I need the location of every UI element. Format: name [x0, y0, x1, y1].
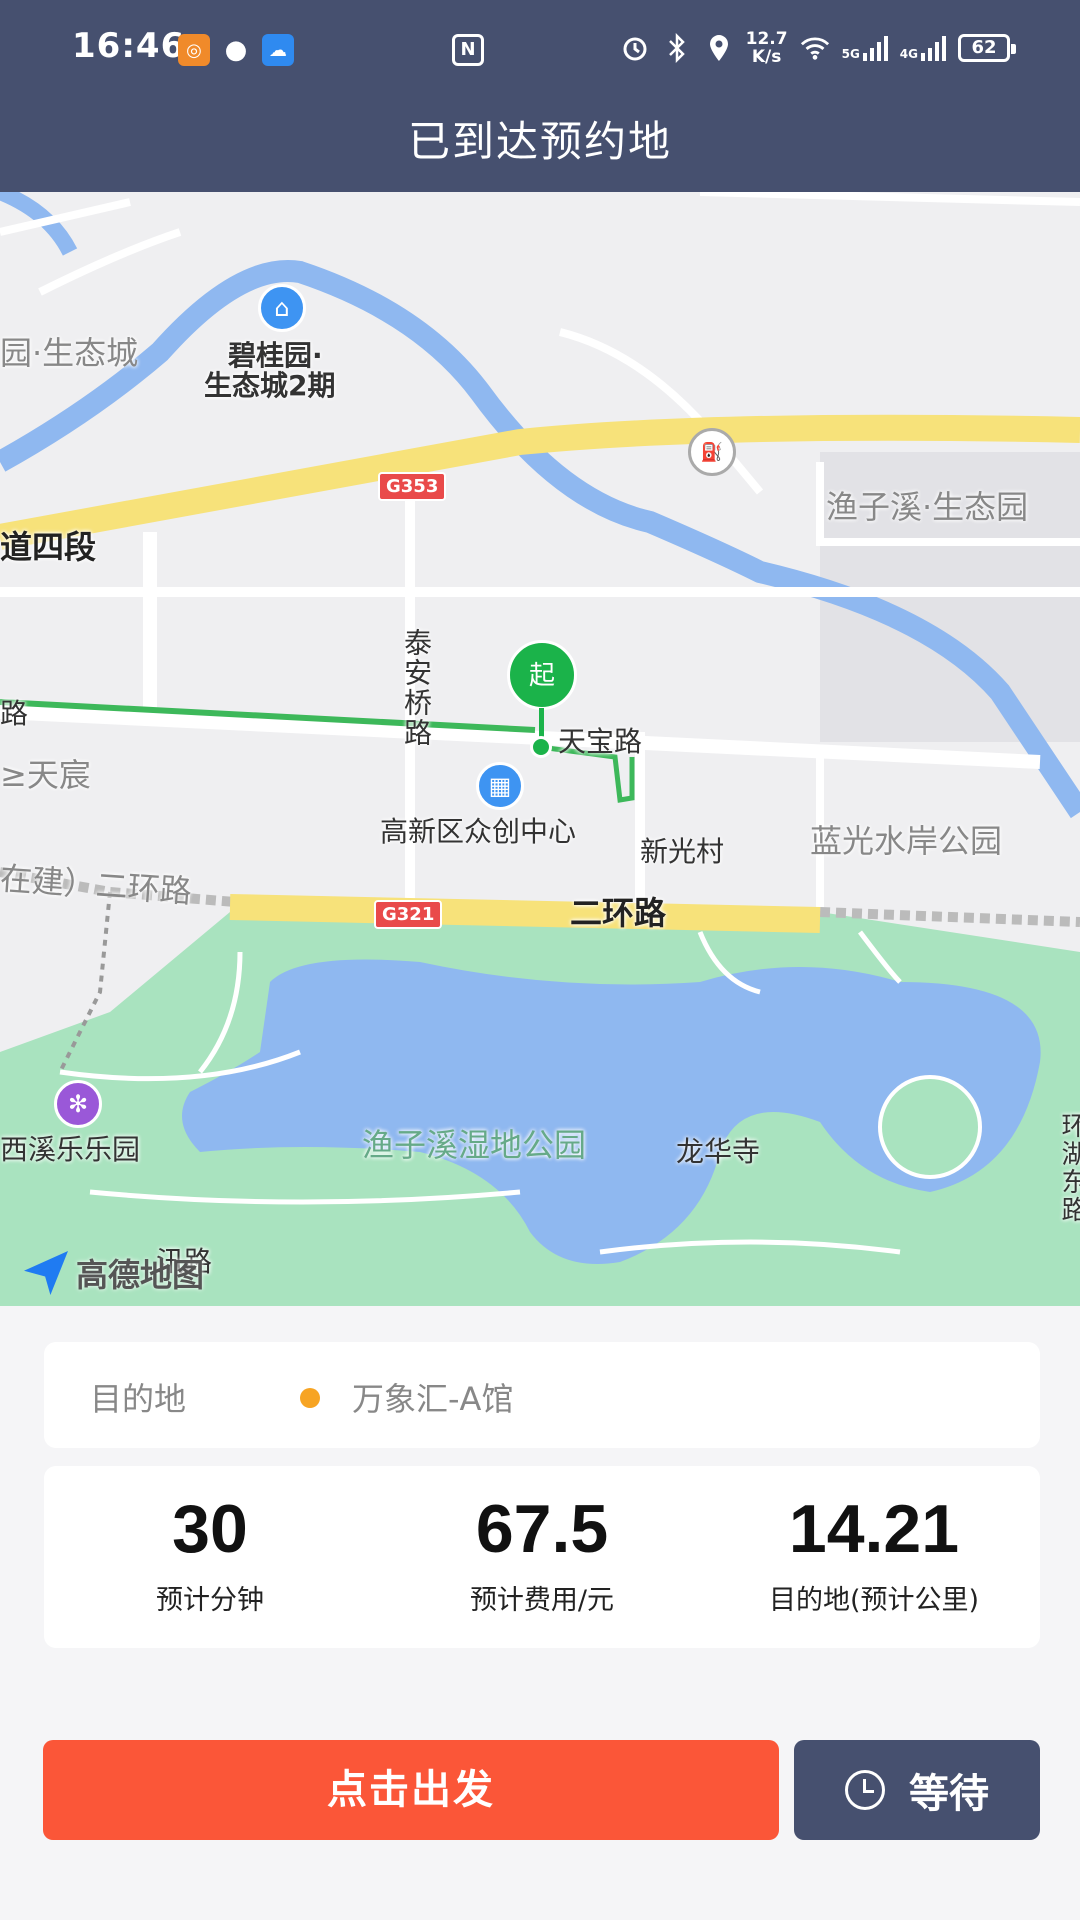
stat-value: 67.5	[475, 1491, 609, 1567]
residence-icon: ⌂	[258, 284, 306, 332]
app-header: 16:46 ◎ ● ☁ N 12.7 K/s 5G 4G 62 已到达预约地	[0, 0, 1080, 192]
wifi-icon	[800, 33, 830, 63]
network-speed: 12.7 K/s	[745, 29, 788, 67]
start-location-dot	[530, 736, 552, 758]
amap-arrow-icon	[24, 1251, 68, 1295]
destination-value: 万象汇-A馆	[352, 1380, 514, 1418]
map-label-eco-left: 园·生态城	[0, 334, 139, 372]
map-label-road-daosiduan: 道四段	[0, 528, 97, 566]
trip-stats-card: 30 预计分钟 67.5 预计费用/元 14.21 目的地(预计公里)	[44, 1466, 1040, 1648]
stat-label: 预计费用/元	[469, 1585, 615, 1616]
signal-5g-icon: 5G	[842, 35, 888, 61]
map-label-taianqiao: 泰安桥路	[400, 628, 433, 748]
map-label-tianchen: ≥天宸	[0, 756, 91, 794]
notification-icons: ◎ ● ☁	[178, 34, 294, 66]
destination-dot-icon	[300, 1388, 320, 1408]
destination-card: 目的地 万象汇-A馆	[44, 1342, 1040, 1448]
map-label-road-left: 路	[0, 697, 29, 730]
wait-button-label: 等待	[909, 1772, 989, 1816]
map-label-yuzixi-eco: 渔子溪·生态园	[826, 488, 1029, 526]
bluetooth-icon	[662, 33, 692, 63]
stat-label: 目的地(预计公里)	[768, 1585, 980, 1616]
map-label-longhua: 龙华寺	[676, 1135, 761, 1168]
location-icon	[704, 33, 734, 63]
map-label-gaoxin: 高新区众创中心	[380, 815, 577, 848]
map-label-erhuan: 二环路	[570, 894, 667, 932]
stat-label: 预计分钟	[156, 1585, 264, 1616]
map-label-wetland: 渔子溪湿地公园	[362, 1126, 587, 1164]
stat-value: 30	[172, 1491, 248, 1567]
wait-button[interactable]: 等待	[794, 1740, 1040, 1840]
gas-station-icon: ⛽	[688, 428, 736, 476]
map-label-tianbao: 天宝路	[558, 725, 643, 758]
status-bar: 16:46 ◎ ● ☁ N 12.7 K/s 5G 4G 62	[0, 0, 1080, 100]
stat-fare: 67.5 预计费用/元	[376, 1466, 708, 1648]
depart-button[interactable]: 点击出发	[43, 1740, 779, 1840]
road-badge-g321: G321	[374, 900, 443, 929]
map-label-bgy-2: 生态城2期	[204, 369, 336, 402]
status-time: 16:46	[72, 26, 186, 66]
map-label-side-right: 环湖东路	[1057, 1112, 1080, 1224]
clock-icon	[845, 1770, 885, 1810]
ferris-wheel-icon: ✻	[54, 1080, 102, 1128]
building-icon: ▦	[476, 762, 524, 810]
chat-bubble-icon: ●	[224, 35, 248, 65]
map-label-xinguang: 新光村	[640, 835, 725, 868]
stat-distance: 14.21 目的地(预计公里)	[708, 1466, 1040, 1648]
battery-icon: 62	[958, 34, 1016, 62]
stat-minutes: 30 预计分钟	[44, 1466, 376, 1648]
map-view[interactable]: G353 G321 ⌂ ⛽ ▦ ✻ 碧桂园· 生态城2期 园·生态城 渔子溪·生…	[0, 192, 1080, 1306]
status-right-icons: 12.7 K/s 5G 4G 62	[620, 29, 1016, 67]
destination-label: 目的地	[90, 1380, 187, 1418]
page-title: 已到达预约地	[407, 117, 672, 166]
stat-value: 14.21	[788, 1491, 960, 1567]
steering-wheel-icon: ◎	[178, 34, 210, 66]
start-pin[interactable]: 起	[507, 640, 577, 710]
road-badge-g353: G353	[378, 472, 447, 501]
map-provider-logo: 高德地图	[24, 1250, 204, 1296]
signal-4g-icon: 4G	[900, 35, 946, 61]
weather-icon: ☁	[262, 34, 294, 66]
map-label-xixi: 西溪乐乐园	[0, 1133, 141, 1166]
map-label-languang: 蓝光水岸公园	[810, 822, 1003, 860]
alarm-icon	[620, 33, 650, 63]
nfc-icon: N	[452, 34, 484, 66]
